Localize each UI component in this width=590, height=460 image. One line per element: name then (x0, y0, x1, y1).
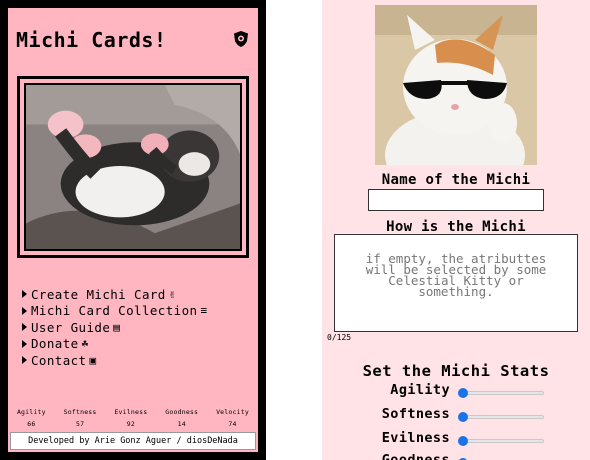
menu-item-label: Create Michi Card (31, 286, 166, 302)
developer-footer: Developed by Arie Gonz Aguer / diosDeNad… (10, 432, 256, 450)
description-label: How is the Michi (386, 219, 526, 235)
stats-section-title: Set the Michi Stats (362, 362, 550, 380)
slider-label: Agility (390, 382, 450, 398)
slider-label: Goodness (381, 452, 450, 460)
stat-value: 92 (126, 420, 136, 428)
stat-agility: Agility 66 (17, 408, 46, 428)
sprout-icon: ☘ (81, 337, 89, 351)
stat-value: 66 (27, 420, 36, 428)
stat-softness: Softness 57 (64, 408, 97, 428)
character-counter: 0/125 (327, 333, 352, 342)
slider-row-goodness: Goodness (322, 452, 590, 460)
app-title: Michi Cards! (16, 28, 167, 52)
shield-icon[interactable] (233, 30, 249, 48)
stat-velocity: Velocity 74 (216, 408, 249, 428)
glove-icon: ✌ (168, 287, 176, 301)
evilness-slider[interactable] (458, 436, 544, 446)
app-screen: Michi Cards! Create Michi Card ✌ Michi C… (8, 8, 258, 452)
slider-row-agility: Agility (322, 382, 590, 402)
triangle-bullet-icon (22, 306, 27, 315)
menu-item-label: Contact (31, 352, 87, 368)
phone-preview: Michi Cards! Create Michi Card ✌ Michi C… (0, 0, 266, 460)
menu-item-label: Michi Card Collection (31, 303, 198, 319)
stat-value: 74 (228, 420, 237, 428)
slider-thumb[interactable] (458, 436, 468, 446)
main-menu: Create Michi Card ✌ Michi Card Collectio… (22, 286, 207, 369)
menu-item-user-guide[interactable]: User Guide ▤ (22, 319, 207, 336)
stat-name: Goodness (165, 408, 199, 416)
menu-item-label: User Guide (31, 319, 111, 335)
menu-item-label: Donate (31, 336, 79, 352)
menu-item-donate[interactable]: Donate ☘ (22, 336, 207, 353)
stat-name: Agility (16, 408, 46, 416)
triangle-bullet-icon (22, 323, 27, 332)
triangle-bullet-icon (22, 356, 27, 365)
triangle-bullet-icon (22, 290, 27, 299)
stat-name: Softness (63, 408, 97, 416)
name-label: Name of the Michi (381, 172, 531, 188)
stack-icon: ≡ (200, 304, 208, 318)
slider-row-softness: Softness (322, 406, 590, 426)
slider-row-evilness: Evilness (322, 430, 590, 450)
softness-slider[interactable] (458, 412, 544, 422)
stat-name: Evilness (114, 408, 148, 416)
sleeping-cat-photo-frame (17, 76, 249, 258)
book-icon: ▤ (113, 320, 121, 334)
stat-name: Velocity (216, 408, 249, 416)
stat-evilness: Evilness 92 (114, 408, 147, 428)
slider-label: Softness (381, 406, 450, 422)
menu-item-contact[interactable]: Contact ▣ (22, 352, 207, 369)
michi-name-input[interactable] (368, 189, 544, 211)
michi-description-textarea[interactable] (334, 234, 578, 332)
stat-value: 57 (75, 420, 85, 428)
slider-label: Evilness (381, 430, 450, 446)
stat-value: 14 (177, 420, 186, 428)
menu-item-create-michi-card[interactable]: Create Michi Card ✌ (22, 286, 207, 303)
sleeping-cat-photo (24, 83, 242, 251)
triangle-bullet-icon (22, 339, 27, 348)
contact-card-icon: ▣ (89, 353, 97, 367)
stat-goodness: Goodness 14 (165, 408, 198, 428)
slider-thumb[interactable] (458, 412, 468, 422)
slider-thumb[interactable] (458, 388, 468, 398)
stats-summary: Agility 66 Softness 57 Evilness 92 Goodn… (8, 408, 258, 428)
create-card-form: Name of the Michi How is the Michi 0/125… (322, 0, 590, 460)
menu-item-michi-card-collection[interactable]: Michi Card Collection ≡ (22, 303, 207, 320)
agility-slider[interactable] (458, 388, 544, 398)
sunglasses-cat-photo (375, 5, 537, 165)
